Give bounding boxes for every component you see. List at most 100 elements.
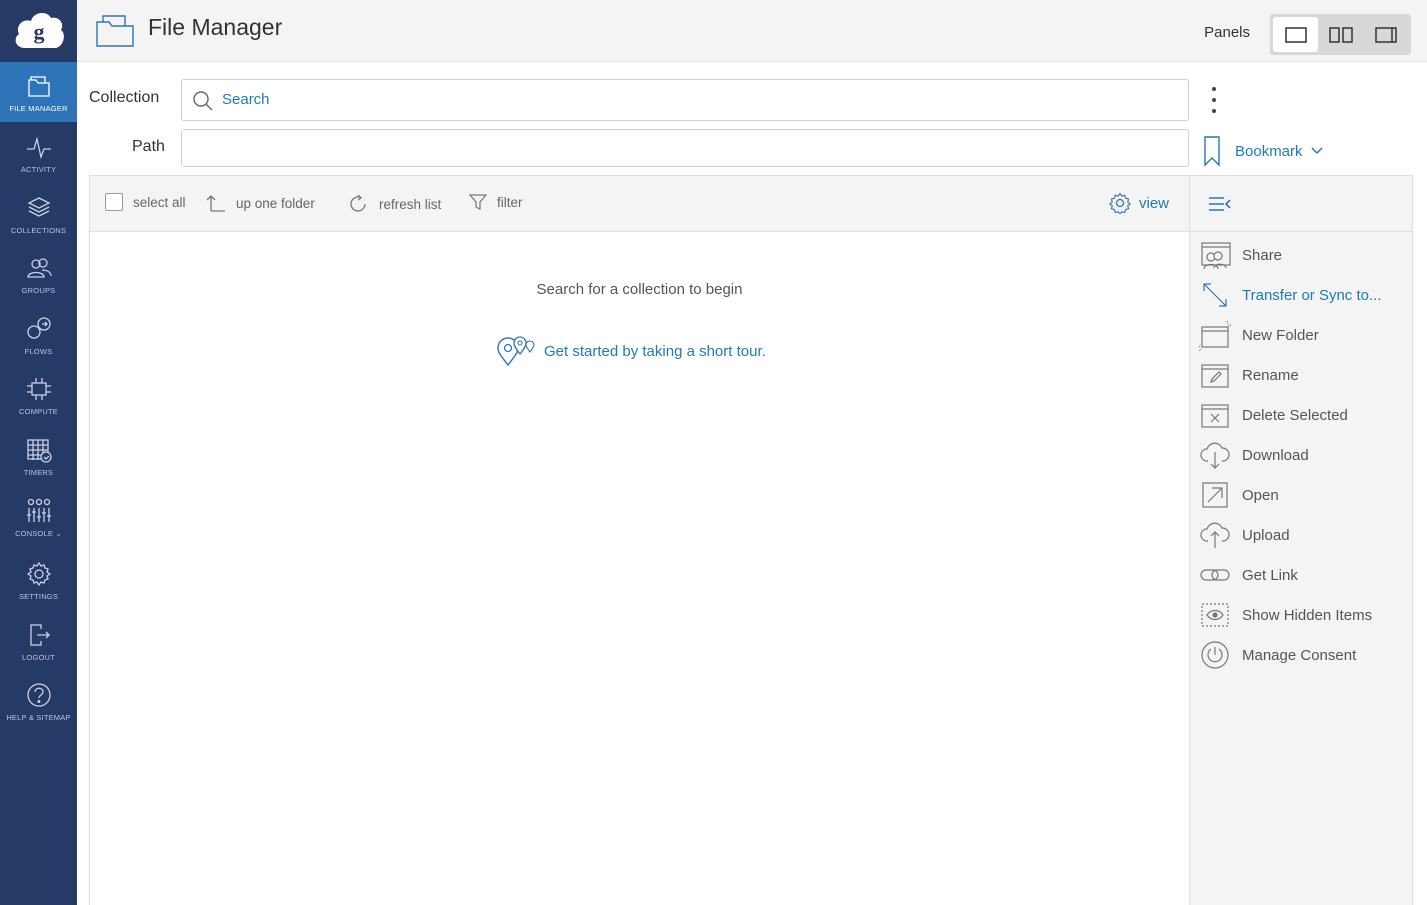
- action-label: Show Hidden Items: [1242, 606, 1373, 624]
- filter-icon: [469, 194, 487, 210]
- sidebar-item-label: HELP & SITEMAP: [6, 713, 71, 722]
- svg-text:g: g: [33, 19, 44, 44]
- action-download[interactable]: Download: [1198, 437, 1410, 473]
- sidebar-item-label: SETTINGS: [18, 592, 59, 601]
- bookmark-button[interactable]: Bookmark: [1203, 133, 1323, 169]
- actions-header: [1190, 176, 1412, 232]
- tour-link-label: Get started by taking a short tour.: [544, 342, 766, 360]
- search-placeholder: Search: [222, 91, 270, 108]
- flows-icon: [26, 317, 51, 339]
- sidebar-item-groups[interactable]: GROUPS: [0, 244, 77, 304]
- view-settings-button[interactable]: view: [1108, 192, 1169, 214]
- bookmark-icon: [1204, 136, 1220, 167]
- file-list-panel: select all up one folder refresh list fi…: [89, 175, 1190, 905]
- page-title: File Manager: [148, 14, 283, 40]
- action-share[interactable]: Share: [1198, 237, 1410, 273]
- kebab-dot: [1212, 98, 1216, 102]
- calendar-icon: [26, 439, 52, 463]
- sidebar-item-collections[interactable]: COLLECTIONS: [0, 184, 77, 244]
- sidebar-item-label: GROUPS: [21, 286, 56, 295]
- page-header: File Manager Panels: [77, 0, 1427, 62]
- action-label: Download: [1242, 446, 1309, 464]
- activity-icon: [26, 136, 51, 160]
- action-label: Transfer or Sync to...: [1242, 286, 1382, 304]
- sidebar-item-activity[interactable]: ACTIVITY: [0, 123, 77, 183]
- single-panel-button[interactable]: [1273, 17, 1318, 52]
- bookmark-label: Bookmark: [1235, 142, 1303, 160]
- action-label: Upload: [1242, 526, 1290, 544]
- transfer-icon: [1203, 283, 1227, 307]
- refresh-icon: [350, 194, 366, 212]
- empty-state-message: Search for a collection to begin: [536, 281, 743, 298]
- rename-icon: [1201, 364, 1229, 388]
- file-toolbar: select all up one folder refresh list fi…: [90, 176, 1189, 232]
- sidebar: g FILE MANAGER ACTIVITY COLLECTIONS GROU…: [0, 0, 77, 905]
- upload-icon: [1200, 522, 1230, 548]
- people-icon: [26, 258, 52, 278]
- action-show-hidden-items[interactable]: Show Hidden Items: [1198, 597, 1410, 633]
- search-icon: [193, 91, 213, 111]
- gear-icon: [26, 561, 51, 587]
- chevron-down-icon: ⌄: [55, 529, 62, 538]
- eye-icon: [1201, 603, 1229, 627]
- view-label: view: [1138, 194, 1169, 212]
- collection-search-input[interactable]: Search: [181, 79, 1189, 121]
- action-get-link[interactable]: Get Link: [1198, 557, 1410, 593]
- filter-label: filter: [497, 194, 523, 210]
- path-label: Path: [132, 138, 165, 155]
- sidebar-item-console[interactable]: CONSOLE ⌄: [0, 487, 77, 547]
- power-icon: [1201, 641, 1229, 669]
- select-all-checkbox[interactable]: select all: [105, 193, 186, 211]
- sidebar-item-label: FILE MANAGER: [9, 104, 68, 113]
- right-panel-icon: [1374, 26, 1397, 43]
- globus-logo-icon: g: [15, 12, 64, 48]
- action-upload[interactable]: Upload: [1198, 517, 1410, 553]
- help-icon: [26, 683, 51, 707]
- path-input[interactable]: [181, 129, 1189, 167]
- filter-button[interactable]: filter: [469, 193, 523, 211]
- sidebar-item-logout[interactable]: LOGOUT: [0, 611, 77, 671]
- collection-label: Collection: [89, 89, 160, 106]
- refresh-list-button[interactable]: refresh list: [347, 193, 441, 215]
- link-icon: [1200, 569, 1230, 581]
- open-icon: [1202, 482, 1228, 508]
- folder-icon: [27, 76, 50, 97]
- action-new-folder[interactable]: New Folder: [1198, 317, 1410, 353]
- sidebar-item-file-manager[interactable]: FILE MANAGER: [0, 62, 77, 122]
- action-open[interactable]: Open: [1198, 477, 1410, 513]
- sidebar-item-help[interactable]: HELP & SITEMAP: [0, 671, 77, 731]
- panels-toggle-group: [1270, 14, 1411, 55]
- action-label: Open: [1242, 486, 1279, 504]
- kebab-dot: [1212, 87, 1216, 91]
- up-arrow-icon: [206, 195, 225, 212]
- double-panel-button[interactable]: [1318, 17, 1363, 52]
- collapse-panel-icon[interactable]: [1208, 194, 1232, 214]
- sidebar-item-label: CONSOLE ⌄: [15, 529, 62, 538]
- compute-icon: [26, 378, 51, 400]
- sidebar-item-settings[interactable]: SETTINGS: [0, 550, 77, 610]
- delete-icon: [1201, 404, 1229, 428]
- action-manage-consent[interactable]: Manage Consent: [1198, 637, 1410, 673]
- sidebar-item-label: TIMERS: [23, 468, 54, 477]
- action-label: Get Link: [1242, 566, 1298, 584]
- up-one-folder-button[interactable]: up one folder: [206, 193, 315, 213]
- right-panel-button[interactable]: [1363, 17, 1408, 52]
- kebab-dot: [1212, 109, 1216, 113]
- sidebar-item-timers[interactable]: TIMERS: [0, 426, 77, 486]
- action-transfer[interactable]: Transfer or Sync to...: [1198, 277, 1410, 313]
- sidebar-item-flows[interactable]: FLOWS: [0, 305, 77, 365]
- more-options-button[interactable]: [1207, 85, 1221, 115]
- action-label: New Folder: [1242, 326, 1319, 344]
- panels-label: Panels: [1204, 24, 1250, 41]
- actions-panel: Share Transfer or Sync to... New Folder …: [1189, 175, 1413, 905]
- globus-logo[interactable]: g: [0, 0, 77, 62]
- tour-link[interactable]: Get started by taking a short tour.: [496, 334, 766, 368]
- action-delete-selected[interactable]: Delete Selected: [1198, 397, 1410, 433]
- sidebar-item-compute[interactable]: COMPUTE: [0, 365, 77, 425]
- sidebar-item-label: COLLECTIONS: [10, 226, 67, 235]
- action-rename[interactable]: Rename: [1198, 357, 1410, 393]
- sliders-icon: [26, 498, 51, 522]
- chevron-down-icon: [1311, 147, 1323, 155]
- logout-icon: [29, 624, 50, 646]
- select-all-label: select all: [133, 194, 186, 210]
